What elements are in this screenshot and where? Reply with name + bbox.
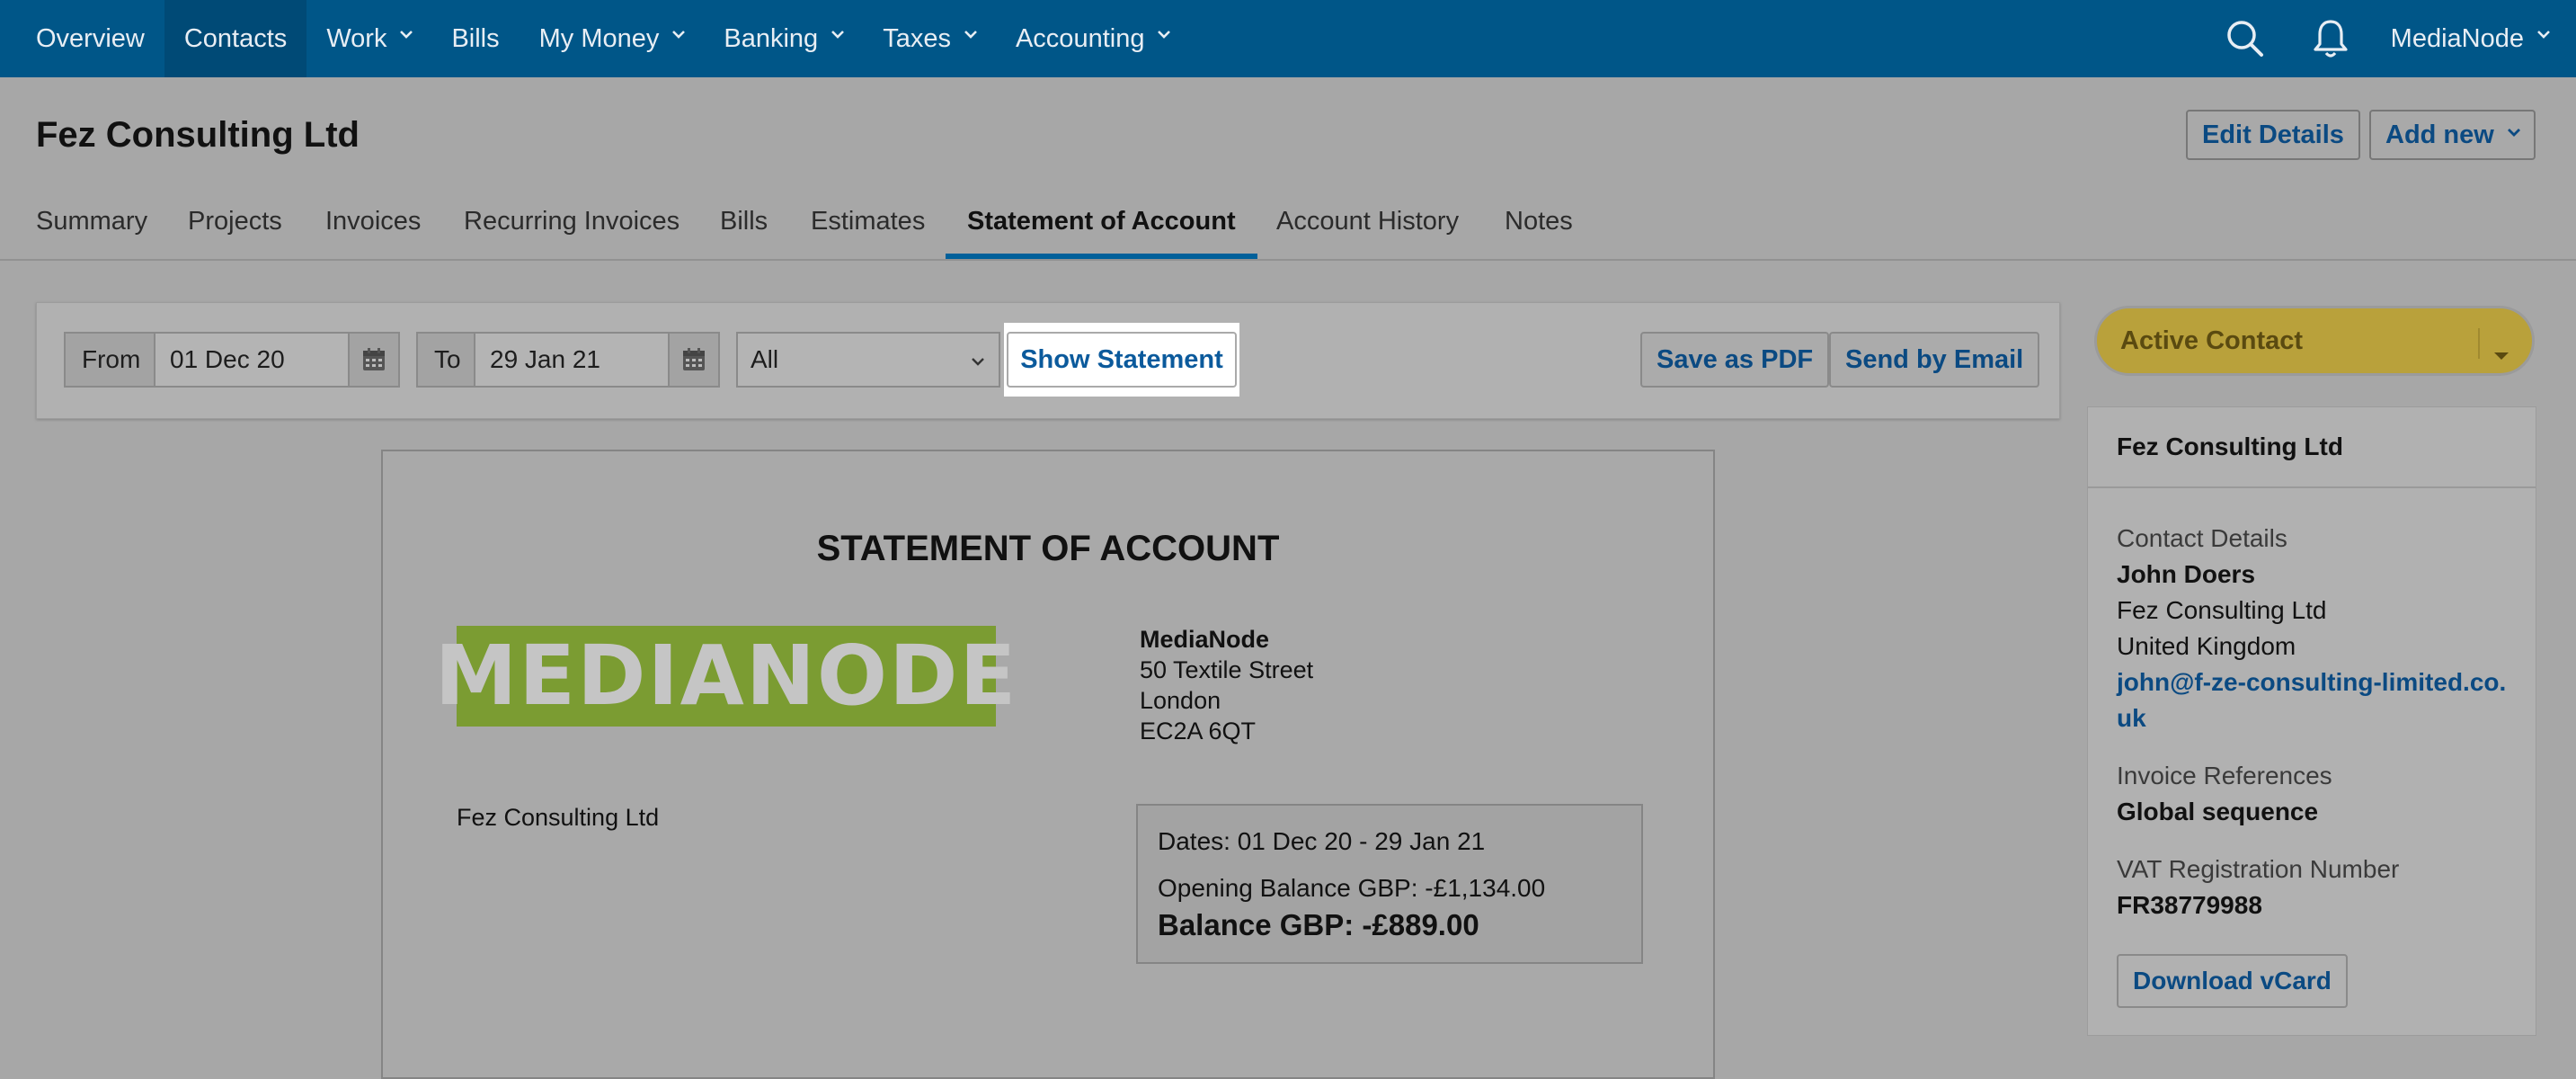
show-statement-highlight: Show Statement — [1004, 323, 1239, 397]
nav-work[interactable]: Work — [306, 0, 431, 77]
chevron-down-icon — [2536, 29, 2550, 41]
nav-label: My Money — [538, 23, 660, 53]
nav-label: Taxes — [883, 23, 951, 53]
nav-label: Accounting — [1015, 23, 1145, 53]
select-value: All — [751, 345, 779, 373]
chevron-down-icon — [970, 345, 986, 374]
add-new-button[interactable]: Add new — [2369, 110, 2536, 160]
tab-statement-of-account[interactable]: Statement of Account — [946, 198, 1257, 259]
tab-invoices[interactable]: Invoices — [325, 198, 421, 259]
address-line: EC2A 6QT — [1140, 718, 1257, 745]
user-name: MediaNode — [2390, 23, 2524, 53]
calendar-icon[interactable] — [668, 332, 720, 388]
contact-card: Fez Consulting Ltd Contact Details John … — [2087, 406, 2536, 1036]
statement-type-select[interactable]: All — [736, 332, 1000, 388]
download-vcard-button[interactable]: Download vCard — [2117, 954, 2348, 1008]
statement-dates: Dates: 01 Dec 20 - 29 Jan 21 — [1158, 827, 1486, 855]
from-label: From — [64, 332, 155, 388]
nav-taxes[interactable]: Taxes — [863, 0, 996, 77]
to-date-input[interactable]: 29 Jan 21 — [474, 332, 670, 388]
company-address: MediaNode 50 Textile Street London EC2A … — [1140, 624, 1313, 746]
send-by-email-button[interactable]: Send by Email — [1829, 332, 2040, 388]
nav-bills[interactable]: Bills — [431, 0, 519, 77]
chevron-down-icon — [831, 29, 845, 41]
tab-account-history[interactable]: Account History — [1276, 198, 1459, 259]
nav-label: Bills — [451, 23, 500, 53]
balance-summary: Dates: 01 Dec 20 - 29 Jan 21 Opening Bal… — [1136, 804, 1643, 964]
tab-notes[interactable]: Notes — [1505, 198, 1573, 259]
contact-tabs: Summary Projects Invoices Recurring Invo… — [0, 198, 2576, 261]
calendar-icon[interactable] — [348, 332, 400, 388]
vat-number-value: FR38779988 — [2117, 891, 2262, 919]
nav-accounting[interactable]: Accounting — [996, 0, 1190, 77]
tab-summary[interactable]: Summary — [36, 198, 147, 259]
to-label: To — [416, 332, 475, 388]
contact-details-label: Contact Details — [2117, 524, 2287, 552]
divider — [2478, 328, 2480, 359]
nav-label: Banking — [724, 23, 819, 53]
status-label: Active Contact — [2120, 325, 2304, 355]
nav-banking[interactable]: Banking — [704, 0, 863, 77]
page-title: Fez Consulting Ltd — [36, 115, 360, 155]
chevron-down-icon — [399, 29, 413, 41]
tab-projects[interactable]: Projects — [188, 198, 282, 259]
chevron-down-icon — [671, 29, 686, 41]
nav-label: Overview — [36, 23, 145, 53]
company-logo: MEDIANODE — [435, 626, 1016, 727]
address-line: 50 Textile Street — [1140, 656, 1314, 683]
add-new-label: Add new — [2385, 120, 2494, 149]
chevron-down-icon — [964, 29, 977, 41]
show-statement-button[interactable]: Show Statement — [1007, 332, 1237, 388]
tab-recurring-invoices[interactable]: Recurring Invoices — [464, 198, 680, 259]
tab-bills[interactable]: Bills — [720, 198, 768, 259]
from-date-input[interactable]: 01 Dec 20 — [154, 332, 350, 388]
company-name: MediaNode — [1140, 626, 1270, 653]
contact-card-title: Fez Consulting Ltd — [2088, 407, 2536, 488]
vat-number-label: VAT Registration Number — [2117, 855, 2400, 883]
search-icon[interactable] — [2225, 19, 2265, 58]
nav-label: Contacts — [183, 23, 288, 53]
top-nav: Overview Contacts Work Bills My Money Ba… — [0, 0, 2576, 77]
caret-down-icon — [2492, 339, 2510, 369]
contact-email-link[interactable]: john@f-ze-consulting-limited.co.uk — [2117, 664, 2507, 736]
invoice-references-value: Global sequence — [2117, 798, 2319, 825]
contact-status-dropdown[interactable]: Active Contact — [2094, 306, 2535, 376]
nav-contacts[interactable]: Contacts — [164, 0, 307, 77]
statement-filter-panel: From 01 Dec 20 To 29 Jan 21 All Show Sta… — [36, 302, 2060, 419]
bell-icon[interactable] — [2312, 18, 2349, 59]
logo-text: MEDIANODE — [434, 628, 1018, 724]
contact-name: John Doers — [2117, 560, 2256, 588]
invoice-references-label: Invoice References — [2117, 762, 2332, 789]
nav-overview[interactable]: Overview — [0, 0, 164, 77]
address-line: London — [1140, 687, 1221, 714]
contact-country: United Kingdom — [2117, 632, 2296, 660]
nav-label: Work — [326, 23, 387, 53]
user-menu[interactable]: MediaNode — [2390, 23, 2550, 54]
statement-document: STATEMENT OF ACCOUNT MEDIANODE MediaNode… — [381, 450, 1715, 1079]
statement-title: STATEMENT OF ACCOUNT — [816, 529, 1280, 568]
opening-balance: Opening Balance GBP: -£1,134.00 — [1158, 874, 1546, 902]
chevron-down-icon — [1157, 29, 1171, 41]
customer-name: Fez Consulting Ltd — [457, 804, 660, 831]
edit-details-button[interactable]: Edit Details — [2186, 110, 2360, 160]
tab-estimates[interactable]: Estimates — [811, 198, 925, 259]
closing-balance: Balance GBP: -£889.00 — [1158, 908, 1479, 941]
contact-company: Fez Consulting Ltd — [2117, 596, 2327, 624]
nav-my-money[interactable]: My Money — [520, 0, 705, 77]
save-as-pdf-button[interactable]: Save as PDF — [1640, 332, 1830, 388]
chevron-down-icon — [2507, 127, 2520, 139]
